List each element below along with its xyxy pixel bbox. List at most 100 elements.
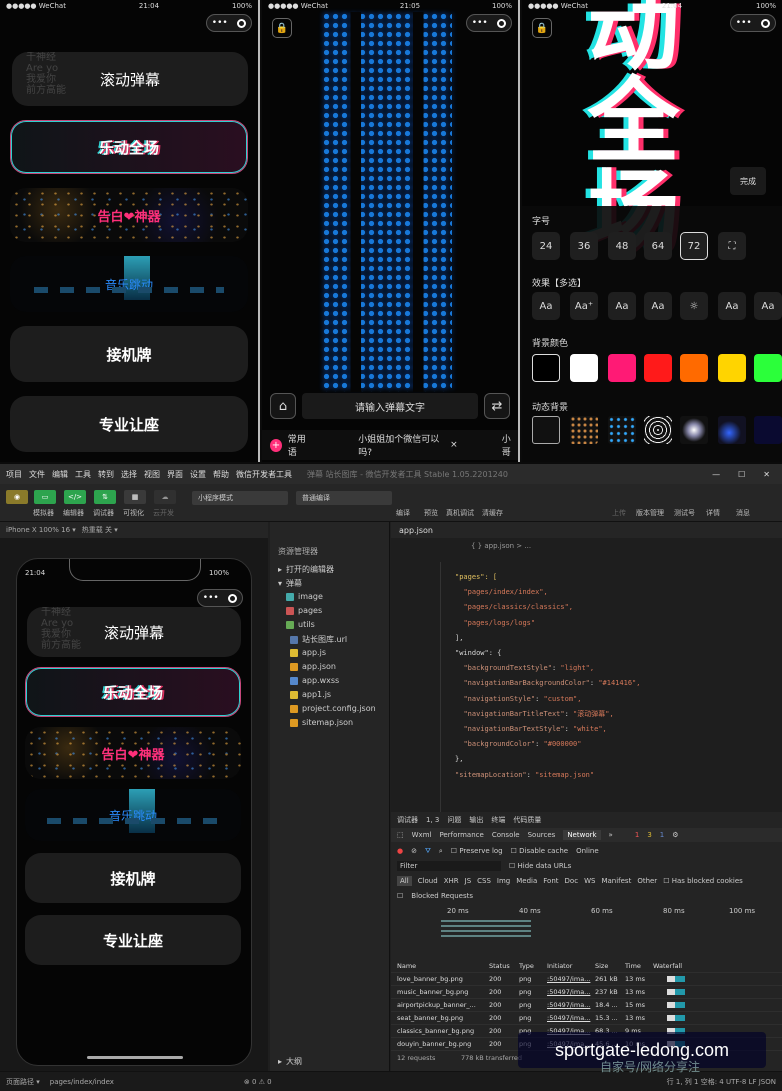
page-path[interactable]: pages/index/index bbox=[50, 1078, 114, 1086]
color-swatch-red[interactable] bbox=[644, 354, 672, 382]
search-icon[interactable]: ⌕ bbox=[439, 847, 443, 856]
animated-bg-thumb[interactable] bbox=[608, 416, 636, 444]
code-content[interactable]: "pages": [ "pages/index/index", "pages/c… bbox=[455, 570, 640, 783]
font-size-chip[interactable]: 36 bbox=[570, 232, 598, 260]
file-item[interactable]: 站长图库.url bbox=[290, 634, 347, 645]
debug-tab[interactable]: 输出 bbox=[469, 815, 483, 825]
more-icon[interactable]: ••• bbox=[736, 18, 752, 28]
debug-tab[interactable]: 终端 bbox=[491, 815, 505, 825]
seat-card[interactable]: 专业让座 bbox=[25, 915, 241, 965]
type-filter[interactable]: Font bbox=[543, 877, 558, 885]
type-filter[interactable]: Other bbox=[637, 877, 657, 885]
panel-tab[interactable]: Performance bbox=[439, 831, 483, 839]
panel-tab[interactable]: Sources bbox=[528, 831, 556, 839]
outline-section[interactable]: ▸ 大纲 bbox=[278, 1056, 302, 1067]
effect-chip[interactable]: Aa bbox=[644, 292, 672, 320]
animated-bg-thumb[interactable] bbox=[680, 416, 708, 444]
effect-chip[interactable]: Aa bbox=[532, 292, 560, 320]
column-header[interactable]: Initiator bbox=[547, 962, 595, 970]
scroll-danmaku-card[interactable]: 千神经 Are yo 我爱你 前方高能 滚动弹幕 bbox=[12, 52, 248, 106]
type-filter[interactable]: Img bbox=[497, 877, 510, 885]
table-row[interactable]: love_banner_bg.png 200 png:50497/ima... 261… bbox=[391, 973, 782, 986]
upload-label[interactable]: 上传 bbox=[612, 508, 626, 518]
open-editors-section[interactable]: ▸ 打开的编辑器 bbox=[278, 564, 334, 575]
menu-item[interactable]: 文件 bbox=[29, 469, 45, 480]
more-icon[interactable]: ••• bbox=[472, 18, 488, 28]
close-ring-icon[interactable] bbox=[497, 18, 507, 28]
effect-chip[interactable]: Aa bbox=[608, 292, 636, 320]
phrase-item[interactable]: 小姐姐加个微信可以吗? bbox=[358, 432, 444, 458]
animated-bg-thumb[interactable] bbox=[718, 416, 746, 444]
type-filter[interactable]: JS bbox=[465, 877, 472, 885]
type-filter[interactable]: Media bbox=[516, 877, 537, 885]
menu-item[interactable]: 帮助 bbox=[213, 469, 229, 480]
device-select[interactable]: iPhone X 100% 16 ▾ bbox=[6, 526, 76, 534]
file-item[interactable]: app.wxss bbox=[290, 676, 339, 685]
file-item[interactable]: sitemap.json bbox=[290, 718, 353, 727]
panel-tab[interactable]: Console bbox=[492, 831, 520, 839]
column-header[interactable]: Status bbox=[489, 962, 519, 970]
folder-item[interactable]: utils bbox=[286, 620, 315, 629]
project-section[interactable]: ▾ 弹幕 bbox=[278, 578, 302, 589]
column-header[interactable]: Size bbox=[595, 962, 625, 970]
clear-icon[interactable]: ⊘ bbox=[411, 847, 417, 855]
close-ring-icon[interactable] bbox=[237, 18, 247, 28]
menu-item[interactable]: 视图 bbox=[144, 469, 160, 480]
effect-chip[interactable]: Aa bbox=[718, 292, 746, 320]
column-header[interactable]: Type bbox=[519, 962, 547, 970]
le-dong-card[interactable]: 乐动全场 bbox=[25, 667, 241, 717]
animated-bg-thumb[interactable] bbox=[532, 416, 560, 444]
more-panels[interactable]: » bbox=[609, 831, 613, 839]
settings-toggle-button[interactable]: ⇄ bbox=[484, 393, 510, 419]
type-filter[interactable]: Cloud bbox=[418, 877, 438, 885]
compile-label[interactable]: 编译 bbox=[396, 508, 410, 518]
mini-program-capsule[interactable]: ••• bbox=[206, 14, 252, 32]
close-icon[interactable]: ✕ bbox=[763, 470, 770, 479]
menu-item[interactable]: 工具 bbox=[75, 469, 91, 480]
gear-icon[interactable]: ⚙ bbox=[672, 831, 678, 839]
confession-card[interactable]: 告白❤神器 bbox=[25, 727, 241, 779]
file-item[interactable]: app.json bbox=[290, 662, 336, 671]
type-filter[interactable]: WS bbox=[584, 877, 595, 885]
visual-toggle[interactable]: ▦ bbox=[124, 490, 146, 504]
problem-counts[interactable]: ⊗ 0 ⚠ 0 bbox=[244, 1078, 272, 1086]
page-path-label[interactable]: 页面路径 ▾ bbox=[6, 1077, 40, 1087]
filter-input[interactable]: Filter bbox=[397, 861, 501, 871]
messages-label[interactable]: 消息 bbox=[736, 508, 750, 518]
version-label[interactable]: 版本管理 bbox=[636, 508, 664, 518]
music-beat-card[interactable]: 音乐跳动 bbox=[10, 256, 248, 312]
testid-label[interactable]: 测试号 bbox=[674, 508, 695, 518]
file-item[interactable]: app1.js bbox=[290, 690, 331, 699]
menu-item[interactable]: 编辑 bbox=[52, 469, 68, 480]
type-filter[interactable]: Doc bbox=[565, 877, 579, 885]
record-icon[interactable]: ● bbox=[397, 847, 403, 855]
airport-pickup-card[interactable]: 接机牌 bbox=[25, 853, 241, 903]
effect-chip[interactable]: Aa bbox=[754, 292, 782, 320]
table-row[interactable]: airportpickup_banner_... 200 png:50497/ima… bbox=[391, 999, 782, 1012]
menu-item[interactable]: 选择 bbox=[121, 469, 137, 480]
effect-chip[interactable]: Aa⁺ bbox=[570, 292, 598, 320]
font-size-chip[interactable]: 48 bbox=[608, 232, 636, 260]
fullscreen-chip[interactable]: ⛶ bbox=[718, 232, 746, 260]
airport-pickup-card[interactable]: 接机牌 bbox=[10, 326, 248, 382]
phrases-label[interactable]: 常用语 bbox=[288, 432, 312, 458]
type-filter[interactable]: CSS bbox=[477, 877, 491, 885]
simulator-toggle[interactable]: ▭ bbox=[34, 490, 56, 504]
table-row[interactable]: music_banner_bg.png 200 png:50497/ima... 23… bbox=[391, 986, 782, 999]
panel-tab[interactable]: Wxml bbox=[412, 831, 432, 839]
phrase-item[interactable]: 小哥 bbox=[502, 432, 518, 458]
remote-debug-label[interactable]: 真机调试 bbox=[446, 508, 474, 518]
menu-item[interactable]: 转到 bbox=[98, 469, 114, 480]
more-icon[interactable]: ••• bbox=[203, 593, 219, 603]
color-swatch-white[interactable] bbox=[570, 354, 598, 382]
debug-tab[interactable]: 调试器 bbox=[397, 815, 418, 825]
column-header[interactable]: Name bbox=[391, 962, 489, 970]
type-filter-all[interactable]: All bbox=[397, 876, 412, 886]
maximize-icon[interactable]: ☐ bbox=[738, 470, 745, 479]
le-dong-card[interactable]: 乐动全场 bbox=[10, 120, 248, 174]
menu-item[interactable]: 微信开发者工具 bbox=[236, 469, 292, 480]
menu-item[interactable]: 界面 bbox=[167, 469, 183, 480]
preview-label[interactable]: 预览 bbox=[424, 508, 438, 518]
scroll-danmaku-card[interactable]: 千神经 Are yo 我爱你 前方高能 滚动弹幕 bbox=[27, 607, 241, 657]
font-size-chip[interactable]: 24 bbox=[532, 232, 560, 260]
